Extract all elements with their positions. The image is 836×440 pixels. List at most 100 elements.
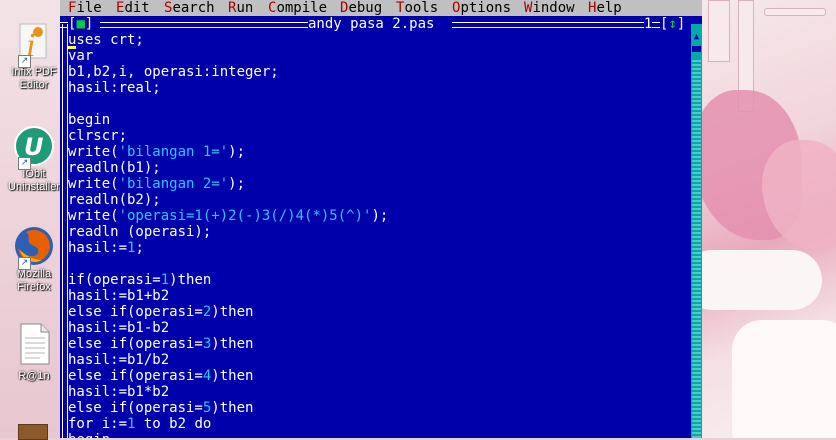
zoom-icon: ↕ bbox=[668, 16, 677, 32]
code-text: else if(operasi= bbox=[68, 336, 203, 352]
code-text: begin bbox=[68, 112, 111, 128]
code-text: hasil:=b1-b2 bbox=[68, 320, 170, 336]
code-editor[interactable]: uses crt; var b1,b2,i, operasi:integer; has… bbox=[68, 32, 688, 438]
window-zoom-button[interactable]: [↕] bbox=[660, 16, 686, 32]
code-line[interactable]: write('operasi=1(+)2(-)3(/)4(*)5(^)'); bbox=[68, 208, 688, 224]
menu-window[interactable]: Window bbox=[524, 0, 575, 16]
code-line[interactable]: if(operasi=1)then bbox=[68, 272, 688, 288]
code-text: )then bbox=[211, 368, 254, 384]
code-text: )then bbox=[211, 304, 254, 320]
shortcut-arrow-icon: ↗ bbox=[18, 257, 31, 270]
code-text: ); bbox=[228, 144, 246, 160]
code-text: else if(operasi= bbox=[68, 368, 203, 384]
code-line[interactable]: for i:=1 to b2 do bbox=[68, 416, 688, 432]
menu-edit[interactable]: Edit bbox=[116, 0, 150, 16]
code-line[interactable] bbox=[68, 96, 688, 112]
menu-run[interactable]: Run bbox=[228, 0, 253, 16]
code-line[interactable]: clrscr; bbox=[68, 128, 688, 144]
code-text: write( bbox=[68, 144, 119, 160]
code-text: )then bbox=[211, 336, 254, 352]
code-line[interactable]: uses crt; bbox=[68, 32, 688, 48]
wallpaper-decoration bbox=[764, 8, 826, 16]
code-text: hasil:=b1*b2 bbox=[68, 384, 170, 400]
close-icon: ■ bbox=[76, 16, 85, 32]
code-line[interactable]: readln(b2); bbox=[68, 192, 688, 208]
menu-compile[interactable]: Compile bbox=[268, 0, 327, 16]
code-text: ); bbox=[371, 208, 389, 224]
code-line[interactable]: var bbox=[68, 48, 688, 64]
code-literal: 'bilangan 1=' bbox=[118, 144, 229, 160]
code-text: ; bbox=[135, 240, 144, 256]
code-text: write( bbox=[68, 176, 119, 192]
code-text: var bbox=[68, 48, 94, 64]
code-text: else if(operasi= bbox=[68, 400, 203, 416]
code-text: write( bbox=[68, 208, 119, 224]
code-line[interactable]: else if(operasi=2)then bbox=[68, 304, 688, 320]
code-line[interactable]: hasil:real; bbox=[68, 80, 688, 96]
code-line[interactable]: hasil:=b1+b2 bbox=[68, 288, 688, 304]
code-line[interactable]: write('bilangan 2='); bbox=[68, 176, 688, 192]
code-line[interactable]: hasil:=1; bbox=[68, 240, 688, 256]
code-line[interactable]: b1,b2,i, operasi:integer; bbox=[68, 64, 688, 80]
desktop-icon-firefox[interactable]: ↗ Mozilla Firefox bbox=[4, 224, 64, 294]
desktop-icon-label: Infix PDF Editor bbox=[11, 66, 57, 91]
frame-line bbox=[100, 22, 308, 28]
code-text: readln(b1); bbox=[68, 160, 161, 176]
code-text: hasil:=b1/b2 bbox=[68, 352, 170, 368]
code-text: )then bbox=[211, 400, 254, 416]
code-text: readln (operasi); bbox=[68, 224, 212, 240]
code-line[interactable]: else if(operasi=4)then bbox=[68, 368, 688, 384]
code-line[interactable]: readln (operasi); bbox=[68, 224, 688, 240]
window-title: andy pasa 2.pas bbox=[308, 16, 435, 32]
infix-pdf-icon: i ↗ bbox=[12, 22, 56, 68]
code-line[interactable]: else if(operasi=5)then bbox=[68, 400, 688, 416]
code-line[interactable]: begin bbox=[68, 432, 688, 438]
desktop-icon-infix-pdf[interactable]: i ↗ Infix PDF Editor bbox=[4, 22, 64, 92]
menu-search[interactable]: Search bbox=[164, 0, 215, 16]
desktop-icon-label: Mozilla Firefox bbox=[16, 268, 52, 293]
menu-file[interactable]: File bbox=[68, 0, 102, 16]
code-line[interactable]: hasil:=b1/b2 bbox=[68, 352, 688, 368]
code-line[interactable] bbox=[68, 256, 688, 272]
code-literal: 1 bbox=[160, 272, 170, 288]
code-text: hasil:= bbox=[68, 240, 128, 256]
shortcut-arrow-icon: ↗ bbox=[18, 157, 31, 170]
desktop-icon-document[interactable]: R@1n bbox=[4, 322, 64, 383]
menu-debug[interactable]: Debug bbox=[340, 0, 382, 16]
menu-help[interactable]: Help bbox=[588, 0, 622, 16]
code-line[interactable]: else if(operasi=3)then bbox=[68, 336, 688, 352]
scroll-thumb[interactable] bbox=[692, 46, 701, 52]
code-text: hasil:real; bbox=[68, 80, 161, 96]
code-line[interactable]: begin bbox=[68, 112, 688, 128]
code-literal: 'operasi=1(+)2(-)3(/)4(*)5(^)' bbox=[118, 208, 372, 224]
frame-line bbox=[452, 22, 644, 28]
menu-tools[interactable]: Tools bbox=[396, 0, 438, 16]
desktop-icon-iobit-uninstaller[interactable]: U ↗ IObit Uninstaller bbox=[4, 124, 64, 194]
code-line[interactable]: write('bilangan 1='); bbox=[68, 144, 688, 160]
firefox-icon: ↗ bbox=[12, 224, 56, 270]
code-text: uses crt; bbox=[68, 32, 144, 48]
code-line[interactable]: hasil:=b1-b2 bbox=[68, 320, 688, 336]
text-cursor bbox=[68, 46, 76, 49]
code-text: hasil:=b1+b2 bbox=[68, 288, 170, 304]
menu-options[interactable]: Options bbox=[452, 0, 511, 16]
turbo-pascal-window[interactable]: File Edit Search Run Compile Debug Tools… bbox=[60, 0, 702, 438]
code-text: for i:= bbox=[68, 416, 128, 432]
wallpaper-decoration bbox=[732, 320, 836, 438]
code-text: if(operasi= bbox=[68, 272, 161, 288]
wallpaper-decoration bbox=[708, 0, 730, 62]
desktop-wallpaper-right bbox=[702, 0, 836, 438]
scroll-track[interactable] bbox=[692, 58, 701, 438]
code-text: clrscr; bbox=[68, 128, 128, 144]
code-text: readln(b2); bbox=[68, 192, 161, 208]
scroll-up-button[interactable]: ▲ bbox=[691, 32, 702, 42]
menu-bar: File Edit Search Run Compile Debug Tools… bbox=[60, 0, 702, 16]
document-icon bbox=[12, 322, 56, 366]
code-line[interactable]: readln(b1); bbox=[68, 160, 688, 176]
frame-line bbox=[652, 22, 660, 28]
code-line[interactable]: hasil:=b1*b2 bbox=[68, 384, 688, 400]
code-text: begin bbox=[68, 432, 110, 438]
wallpaper-decoration bbox=[702, 250, 822, 310]
window-close-button[interactable]: [■] bbox=[68, 16, 94, 32]
vertical-scrollbar[interactable]: ▲ bbox=[691, 24, 702, 438]
